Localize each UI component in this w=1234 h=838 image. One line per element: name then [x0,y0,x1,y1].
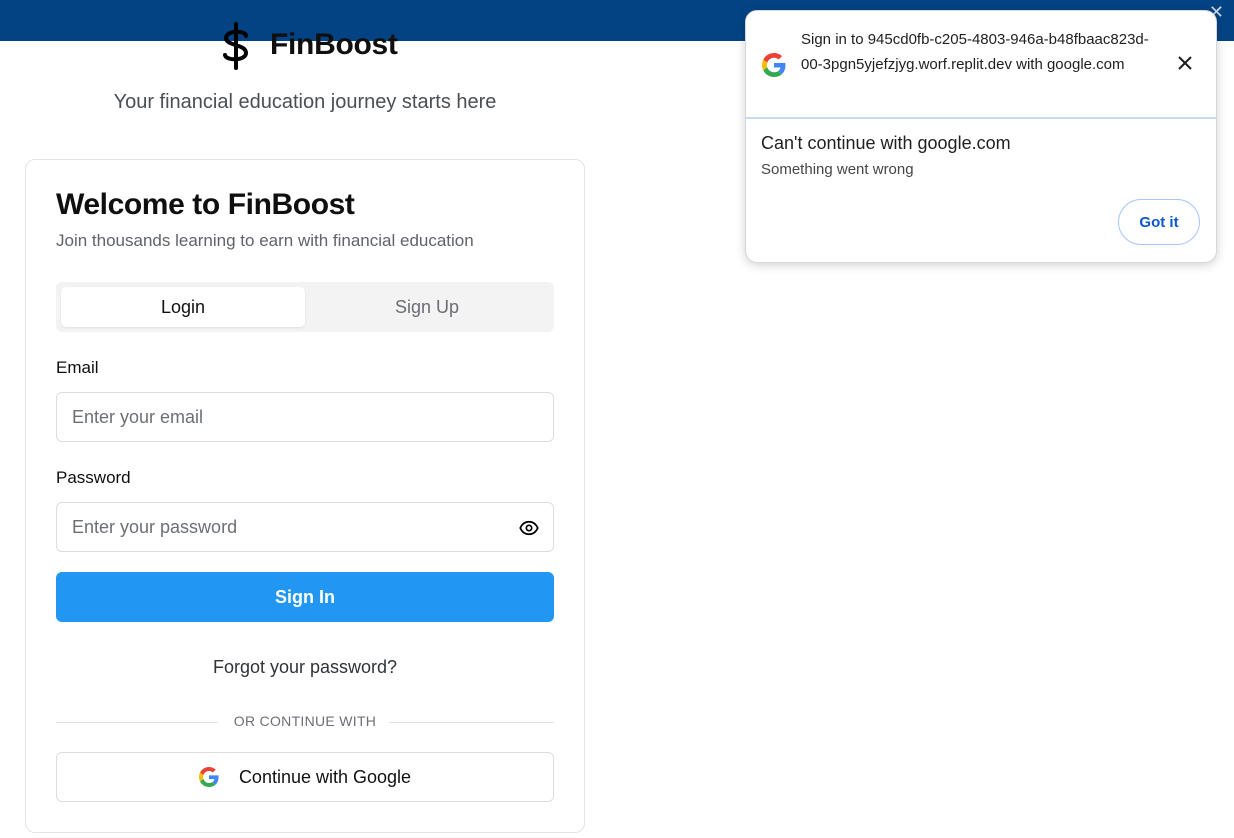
divider-line-right [389,722,554,723]
email-label: Email [56,358,99,377]
password-label: Password [56,468,131,487]
auth-tabs: Login Sign Up [56,282,554,332]
email-field[interactable] [57,393,553,441]
google-icon [762,53,786,77]
card-subtitle: Join thousands learning to earn with fin… [56,231,474,250]
google-sign-in-popup: Sign in to 945cd0fb-c205-4803-946a-b48fb… [745,10,1217,263]
close-icon[interactable] [1176,54,1194,72]
got-it-button[interactable]: Got it [1118,199,1200,245]
sign-in-button[interactable]: Sign In [56,572,554,622]
popup-divider [746,117,1216,119]
google-icon [198,767,219,787]
tab-login[interactable]: Login [61,287,305,327]
forgot-password-link[interactable]: Forgot your password? [26,657,584,678]
email-field-wrapper [56,392,554,442]
eye-icon[interactable] [519,518,539,538]
auth-card: Welcome to FinBoost Join thousands learn… [25,159,585,833]
brand-name: FinBoost [270,28,398,61]
card-title: Welcome to FinBoost [56,188,355,221]
popup-heading: Can't continue with google.com [761,133,1011,153]
popup-title: Sign in to 945cd0fb-c205-4803-946a-b48fb… [801,31,1149,73]
tab-sign-up[interactable]: Sign Up [305,287,549,327]
tagline: Your financial education journey starts … [113,91,497,113]
divider: OR CONTINUE WITH [56,713,554,731]
dollar-sign-icon [223,22,249,70]
continue-with-google-button[interactable]: Continue with Google [56,752,554,802]
divider-label: OR CONTINUE WITH [233,713,377,729]
popup-message: Something went wrong [761,161,914,178]
brand-header: FinBoost [220,22,420,72]
password-field-wrapper [56,502,554,552]
password-field[interactable] [57,503,553,551]
google-button-label: Continue with Google [238,766,412,787]
